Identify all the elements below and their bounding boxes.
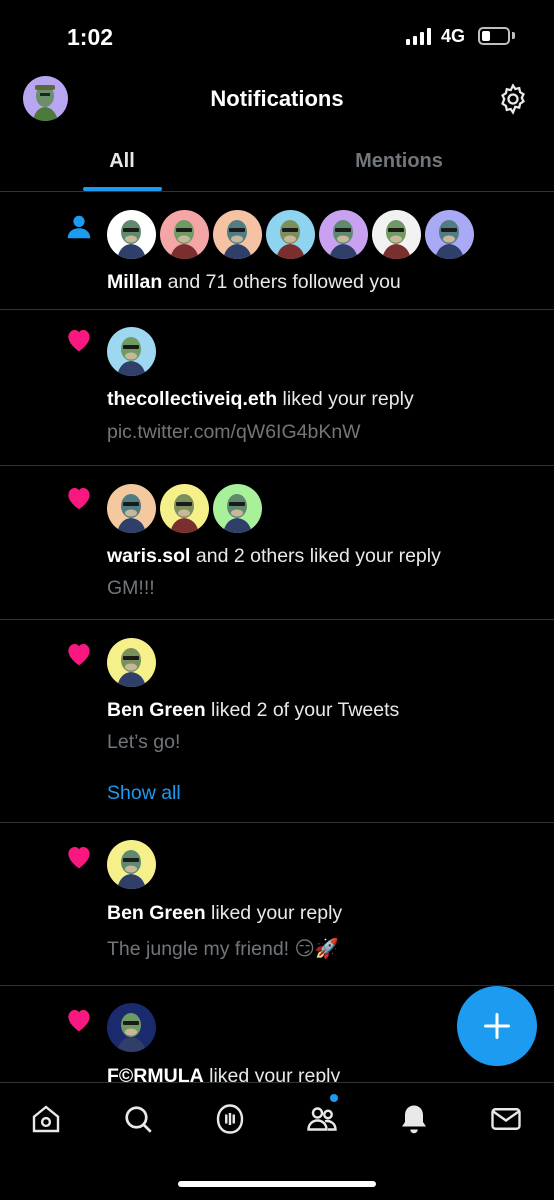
notification-text: thecollectiveiq.eth liked your reply: [107, 388, 414, 410]
mail-icon: [491, 1108, 521, 1130]
actor-name[interactable]: thecollectiveiq.eth: [107, 388, 277, 410]
notification-item[interactable]: thecollectiveiq.eth liked your reply pic…: [0, 310, 554, 466]
tab-all[interactable]: All: [0, 138, 244, 192]
show-all-link[interactable]: Show all: [107, 782, 181, 805]
avatar[interactable]: [425, 210, 474, 259]
avatar[interactable]: [372, 210, 421, 259]
avatar[interactable]: [107, 210, 156, 259]
gear-icon: [501, 83, 525, 115]
nav-home[interactable]: [28, 1101, 64, 1137]
actor-name[interactable]: waris.sol: [107, 545, 190, 567]
battery-icon: [478, 27, 510, 45]
compose-button[interactable]: [457, 986, 537, 1066]
nav-search[interactable]: [120, 1101, 156, 1137]
actor-name[interactable]: Ben Green: [107, 902, 206, 924]
search-icon: [125, 1106, 152, 1133]
heart-icon: [68, 847, 90, 869]
notification-list: Millan and 71 others followed you thecol…: [0, 192, 554, 1082]
status-time: 1:02: [67, 24, 114, 50]
network-type: 4G: [441, 26, 466, 46]
status-bar: 1:02 4G: [0, 0, 554, 70]
notification-text: F©RMULA liked your reply: [107, 1065, 340, 1082]
avatar[interactable]: [107, 1003, 156, 1052]
plus-icon: [484, 1013, 510, 1039]
communities-icon: [307, 1107, 337, 1131]
notification-tabs: All Mentions: [0, 138, 554, 192]
notification-text: waris.sol and 2 others liked your reply: [107, 545, 441, 567]
notification-item[interactable]: Millan and 71 others followed you: [0, 192, 554, 310]
avatar-group: [107, 840, 156, 889]
notification-dot: [330, 1094, 338, 1102]
tweet-preview[interactable]: Let’s go!: [107, 731, 180, 754]
nav-notifications[interactable]: [396, 1101, 432, 1137]
actor-name[interactable]: Millan: [107, 271, 162, 293]
avatar[interactable]: [107, 638, 156, 687]
bell-icon: [402, 1105, 426, 1134]
nav-communities[interactable]: [304, 1101, 340, 1137]
signal-icon: [406, 28, 431, 45]
avatar-group: [107, 327, 156, 376]
avatar-group: [107, 1003, 156, 1052]
home-indicator: [178, 1181, 376, 1187]
avatar[interactable]: [213, 484, 262, 533]
page-title: Notifications: [210, 86, 344, 111]
notification-item[interactable]: Ben Green liked 2 of your Tweets Let’s g…: [0, 620, 554, 823]
heart-icon: [68, 330, 90, 352]
person-icon: [67, 215, 91, 239]
tweet-preview[interactable]: GM!!!: [107, 577, 155, 600]
notification-item[interactable]: waris.sol and 2 others liked your reply …: [0, 466, 554, 620]
avatar[interactable]: [213, 210, 262, 259]
avatar-group: [107, 210, 474, 259]
avatar[interactable]: [107, 484, 156, 533]
header: Notifications: [0, 70, 554, 126]
avatar-group: [107, 484, 262, 533]
notification-item[interactable]: Ben Green liked your reply The jungle my…: [0, 823, 554, 986]
settings-button[interactable]: [496, 82, 530, 116]
notification-text: Millan and 71 others followed you: [107, 271, 401, 293]
avatar[interactable]: [319, 210, 368, 259]
home-icon: [32, 1105, 60, 1133]
notification-text: Ben Green liked 2 of your Tweets: [107, 699, 400, 721]
heart-icon: [68, 488, 90, 510]
nav-spaces[interactable]: [212, 1101, 248, 1137]
avatar[interactable]: [107, 840, 156, 889]
avatar-group: [107, 638, 156, 687]
heart-icon: [68, 644, 90, 666]
spaces-icon: [216, 1104, 244, 1134]
active-tab-indicator: [83, 187, 162, 191]
avatar[interactable]: [160, 210, 209, 259]
nav-messages[interactable]: [488, 1101, 524, 1137]
tweet-preview[interactable]: pic.twitter.com/qW6IG4bKnW: [107, 421, 361, 444]
tab-mentions[interactable]: Mentions: [244, 138, 554, 192]
avatar[interactable]: [160, 484, 209, 533]
notification-text: Ben Green liked your reply: [107, 902, 343, 924]
actor-name[interactable]: Ben Green: [107, 699, 206, 721]
actor-name[interactable]: F©RMULA: [107, 1065, 204, 1082]
tweet-preview[interactable]: The jungle my friend! 😏🚀: [107, 937, 339, 961]
avatar[interactable]: [266, 210, 315, 259]
bottom-nav: [0, 1082, 554, 1200]
heart-icon: [68, 1010, 90, 1032]
avatar[interactable]: [107, 327, 156, 376]
